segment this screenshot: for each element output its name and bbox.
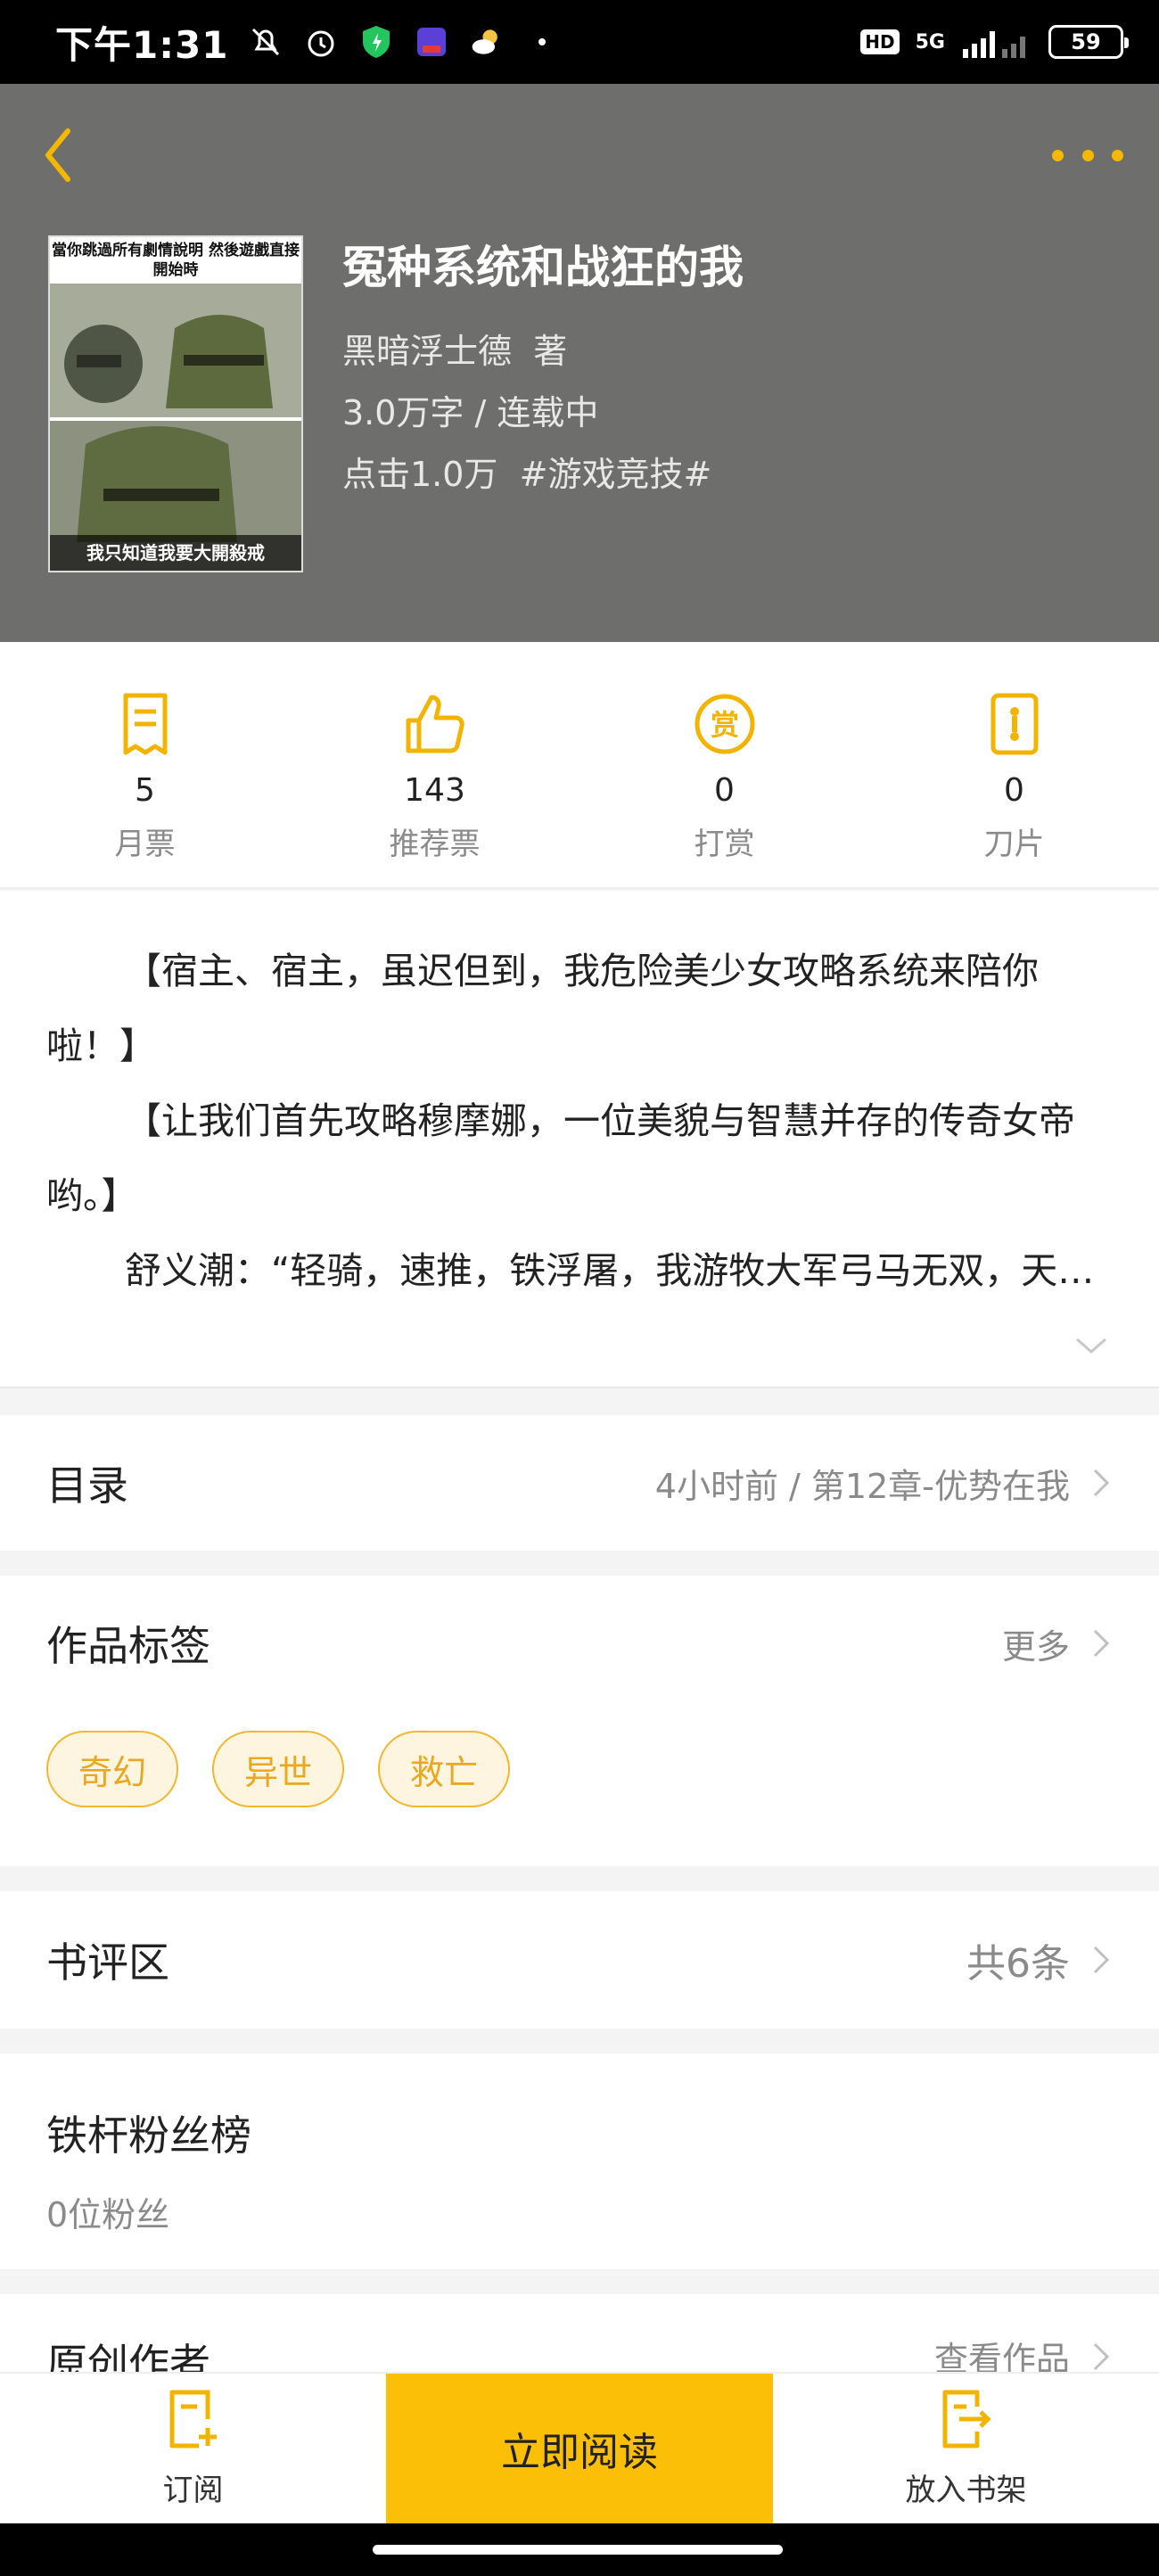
tags-section: 作品标签 更多 奇幻 异世 救亡 bbox=[0, 1576, 1159, 1866]
thumbs-up-icon bbox=[399, 688, 471, 760]
synopsis[interactable]: 【宿主、宿主，虽迟但到，我危险美少女攻略系统来陪你啦！】 【让我们首先攻略穆摩娜… bbox=[0, 891, 1159, 1388]
tag-chip[interactable]: 救亡 bbox=[378, 1731, 511, 1807]
add-to-shelf-button[interactable]: 放入书架 bbox=[773, 2374, 1159, 2523]
status-bar: 下午1:31 HD 5G 59 bbox=[0, 0, 1159, 84]
toc-section[interactable]: 目录 4小时前 / 第12章-优势在我 bbox=[0, 1415, 1159, 1551]
more-dot-icon bbox=[1081, 149, 1094, 161]
book-word-count-line: 3.0万字 / 连载中 bbox=[342, 393, 599, 432]
book-author-line[interactable]: 黑暗浮士德 著 bbox=[342, 321, 744, 383]
home-indicator[interactable] bbox=[373, 2545, 783, 2555]
click-count: 点击1.0万 bbox=[342, 455, 498, 494]
author-suffix: 著 bbox=[533, 332, 568, 371]
synopsis-paragraph: 舒义潮：“轻骑，速推，铁浮屠，我游牧大军弓马无双，天… bbox=[125, 1249, 1095, 1292]
status-time: 下午1:31 bbox=[55, 22, 229, 67]
add-to-shelf-icon bbox=[942, 2390, 991, 2448]
cover-art bbox=[50, 284, 301, 571]
ticket-icon bbox=[110, 688, 181, 760]
read-now-button[interactable]: 立即阅读 bbox=[386, 2374, 773, 2523]
more-dot-icon bbox=[1052, 149, 1064, 161]
network-label: 5G bbox=[915, 30, 945, 53]
svg-text:赏: 赏 bbox=[710, 708, 738, 742]
subscribe-label: 订阅 bbox=[162, 2472, 224, 2508]
stat-label: 刀片 bbox=[983, 827, 1045, 862]
stat-label: 打赏 bbox=[694, 827, 755, 862]
tags-more-link: 更多 bbox=[1001, 1626, 1070, 1667]
stat-value: 5 bbox=[135, 772, 155, 809]
more-dot-icon bbox=[1112, 149, 1123, 161]
review-section[interactable]: 书评区 共6条 bbox=[0, 1891, 1159, 2029]
shield-icon bbox=[358, 24, 394, 60]
signal-icon bbox=[961, 24, 1032, 60]
stat-monthly-ticket[interactable]: 5 月票 bbox=[0, 642, 290, 887]
alarm-icon bbox=[303, 24, 339, 60]
chevron-right-icon bbox=[1093, 2342, 1110, 2370]
fans-title: 铁杆粉丝榜 bbox=[46, 2111, 251, 2160]
add-to-shelf-label: 放入书架 bbox=[905, 2472, 1027, 2508]
genre-tag[interactable]: #游戏竞技# bbox=[520, 455, 712, 494]
word-count: 3.0万字 bbox=[342, 393, 464, 432]
book-title: 冤种系统和战狂的我 bbox=[342, 242, 744, 293]
chevron-right-icon bbox=[1093, 1469, 1110, 1497]
stat-value: 143 bbox=[404, 772, 465, 809]
stat-reward[interactable]: 赏 0 打赏 bbox=[580, 642, 869, 887]
book-clicks-line: 点击1.0万 #游戏竞技# bbox=[342, 444, 744, 506]
subscribe-button[interactable]: 订阅 bbox=[0, 2374, 386, 2523]
stat-value: 0 bbox=[714, 772, 735, 809]
tags-header[interactable]: 作品标签 更多 bbox=[0, 1576, 1159, 1711]
synopsis-paragraph: 【让我们首先攻略穆摩娜，一位美貌与智慧并存的传奇女帝哟。】 bbox=[46, 1099, 1075, 1217]
toc-title: 目录 bbox=[46, 1461, 128, 1510]
bottom-action-bar: 订阅 立即阅读 放入书架 bbox=[0, 2372, 1159, 2523]
review-count: 共6条 bbox=[966, 1941, 1070, 1987]
reward-coin-icon: 赏 bbox=[689, 688, 760, 760]
chevron-right-icon bbox=[1093, 1629, 1110, 1658]
book-info: 冤种系统和战狂的我 黑暗浮士德 著 3.0万字 / 连载中 点击1.0万 #游戏… bbox=[342, 232, 744, 506]
tag-chip[interactable]: 异世 bbox=[212, 1731, 345, 1807]
cover-caption-top: 當你跳過所有劇情說明 然後遊戲直接開始時 bbox=[50, 237, 301, 284]
stat-blade[interactable]: 0 刀片 bbox=[869, 642, 1159, 887]
tag-list: 奇幻 异世 救亡 bbox=[0, 1731, 1159, 1807]
cover-caption-bottom: 我只知道我要大開殺戒 bbox=[50, 535, 301, 571]
chevron-right-icon bbox=[1093, 1946, 1110, 1974]
subscribe-icon bbox=[169, 2390, 217, 2448]
synopsis-paragraph: 【宿主、宿主，虽迟但到，我危险美少女攻略系统来陪你啦！】 bbox=[46, 950, 1039, 1067]
fans-section[interactable]: 铁杆粉丝榜 0位粉丝 bbox=[0, 2053, 1159, 2269]
system-nav-bar bbox=[0, 2523, 1159, 2576]
more-button[interactable] bbox=[1052, 137, 1123, 173]
tag-chip[interactable]: 奇幻 bbox=[46, 1731, 179, 1807]
app-icon bbox=[414, 24, 449, 60]
back-button[interactable] bbox=[39, 119, 93, 191]
toc-latest-chapter: 4小时前 / 第12章-优势在我 bbox=[654, 1466, 1070, 1506]
book-cover[interactable]: 當你跳過所有劇情說明 然後遊戲直接開始時 我只知道我要大開殺戒 bbox=[48, 235, 303, 572]
hd-badge: HD bbox=[860, 29, 900, 54]
battery-indicator: 59 bbox=[1048, 25, 1129, 59]
back-chevron-icon bbox=[45, 128, 70, 182]
mute-icon bbox=[248, 24, 284, 60]
stat-recommend-ticket[interactable]: 143 推荐票 bbox=[290, 642, 580, 887]
author-name: 黑暗浮士德 bbox=[342, 332, 513, 371]
weather-icon bbox=[469, 24, 505, 60]
stat-value: 0 bbox=[1004, 772, 1024, 809]
expand-chevron-icon[interactable] bbox=[1073, 1335, 1109, 1356]
tags-title: 作品标签 bbox=[46, 1622, 210, 1670]
stat-label: 月票 bbox=[114, 827, 176, 862]
fans-count: 0位粉丝 bbox=[46, 2195, 170, 2234]
stat-label: 推荐票 bbox=[389, 827, 481, 862]
dot-icon bbox=[524, 24, 560, 60]
blade-icon bbox=[979, 688, 1050, 760]
serial-status: 连载中 bbox=[497, 393, 599, 432]
review-title: 书评区 bbox=[46, 1938, 169, 1987]
book-header: 當你跳過所有劇情說明 然後遊戲直接開始時 我只知道我要大開殺戒 冤种系统和战狂的… bbox=[0, 84, 1159, 642]
stats-row: 5 月票 143 推荐票 赏 0 打赏 0 刀片 bbox=[0, 642, 1159, 889]
